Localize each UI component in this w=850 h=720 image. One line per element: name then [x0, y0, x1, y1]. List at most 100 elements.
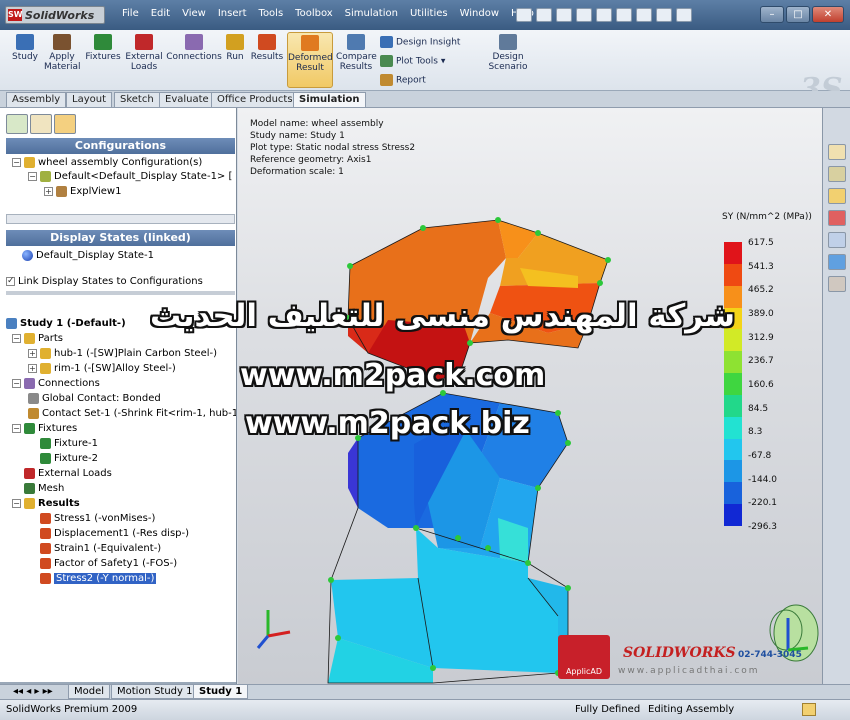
menu-utilities[interactable]: Utilities: [404, 8, 454, 19]
tab-office-products[interactable]: Office Products: [211, 92, 299, 107]
plot-tools-button[interactable]: Plot Tools ▾: [380, 55, 445, 67]
part-hub[interactable]: + hub-1 (-[SW]Plain Carbon Steel-): [28, 346, 217, 360]
tab-sketch[interactable]: Sketch: [114, 92, 160, 107]
menu-view[interactable]: View: [176, 8, 212, 19]
undo-icon[interactable]: [596, 8, 612, 22]
parts-folder[interactable]: − Parts: [12, 331, 63, 345]
nav-arrows-icon[interactable]: ◂◂ ◂ ▸ ▸▸: [8, 685, 58, 699]
rebuild-icon[interactable]: [636, 8, 652, 22]
menu-file[interactable]: File: [116, 8, 145, 19]
home-icon[interactable]: [827, 144, 846, 160]
property-manager-tab-icon[interactable]: [30, 114, 52, 134]
result-stress2[interactable]: Stress2 (-Y normal-): [40, 571, 157, 585]
connections-folder[interactable]: − Connections: [12, 376, 100, 390]
results-button[interactable]: Results: [250, 32, 284, 62]
panel-splitter[interactable]: [6, 291, 235, 295]
graphics-area[interactable]: Model name: wheel assembly Study name: S…: [238, 108, 822, 684]
global-contact-item[interactable]: Global Contact: Bonded: [28, 391, 161, 405]
deformed-result-button[interactable]: Deformed Result: [287, 32, 333, 88]
fixture-1-item[interactable]: Fixture-1: [40, 436, 98, 450]
menu-window[interactable]: Window: [454, 8, 505, 19]
external-loads-folder[interactable]: External Loads: [24, 466, 112, 480]
menu-simulation[interactable]: Simulation: [339, 8, 404, 19]
arabic-watermark: شركة المهندس منسى للتغليف الحديث: [150, 298, 736, 334]
display-state-item[interactable]: Default_Display State-1: [22, 248, 154, 262]
result-stress1[interactable]: Stress1 (-vonMises-): [40, 511, 155, 525]
config-default[interactable]: −Default<Default_Display State-1> [ whee: [28, 169, 236, 183]
tab-layout[interactable]: Layout: [66, 92, 112, 107]
custom-properties-icon[interactable]: [827, 276, 846, 292]
menu-insert[interactable]: Insert: [212, 8, 253, 19]
result-displacement1[interactable]: Displacement1 (-Res disp-): [40, 526, 189, 540]
file-properties-icon[interactable]: [656, 8, 672, 22]
config-explview[interactable]: + ExplView1: [44, 184, 121, 198]
tab-simulation[interactable]: Simulation: [293, 92, 366, 107]
feature-manager-tab-icon[interactable]: [6, 114, 28, 134]
tab-model[interactable]: Model: [68, 685, 111, 699]
tab-motion-study[interactable]: Motion Study 1: [111, 685, 199, 699]
result-strain1[interactable]: Strain1 (-Equivalent-): [40, 541, 161, 555]
configuration-manager-tab-icon[interactable]: [54, 114, 76, 134]
result-fos1[interactable]: Factor of Safety1 (-FOS-): [40, 556, 177, 570]
view-palette-icon[interactable]: [827, 232, 846, 248]
quick-tips-icon[interactable]: [802, 703, 816, 716]
study-button[interactable]: Study: [8, 32, 42, 62]
print-icon[interactable]: [576, 8, 592, 22]
connections-button[interactable]: Connections: [166, 32, 222, 62]
search-icon[interactable]: [827, 210, 846, 226]
link-display-states-checkbox[interactable]: ✓ Link Display Stat​es to Configurations: [6, 274, 203, 288]
new-icon[interactable]: [516, 8, 532, 22]
design-library-icon[interactable]: [827, 166, 846, 182]
legend-value: 617.5: [748, 238, 774, 248]
contact-set-item[interactable]: Contact Set-1 (-Shrink Fit<rim-1, hub-1>: [28, 406, 236, 420]
fixtures-button[interactable]: Fixtures: [84, 32, 122, 62]
title-bar: SW SolidWorks File Edit View Insert Tool…: [0, 0, 850, 30]
legend-value: -144.0: [748, 474, 778, 485]
menu-toolbox[interactable]: Toolbox: [289, 8, 339, 19]
select-icon[interactable]: [616, 8, 632, 22]
design-scenario-button[interactable]: Design Scenario: [486, 32, 530, 72]
config-scrollbar[interactable]: [6, 214, 235, 224]
design-insight-button[interactable]: Design Insight: [380, 36, 460, 48]
menu-tools[interactable]: Tools: [253, 8, 290, 19]
legend-swatch: [724, 242, 742, 265]
design-scenario-icon: [499, 34, 517, 50]
legend-value: 236.7: [748, 356, 774, 367]
report-button[interactable]: Report: [380, 74, 426, 86]
open-icon[interactable]: [536, 8, 552, 22]
apply-material-button[interactable]: Apply Material: [44, 32, 81, 72]
legend-value: 160.6: [748, 380, 774, 390]
legend-swatch: [724, 351, 742, 374]
results-folder[interactable]: − Results: [12, 496, 80, 510]
options-icon[interactable]: [676, 8, 692, 22]
fixture-2-item[interactable]: Fixture-2: [40, 451, 98, 465]
tab-evaluate[interactable]: Evaluate: [159, 92, 215, 107]
exploded-view-icon: [56, 185, 67, 197]
config-root[interactable]: − wheel assembly Configuration(s): [12, 155, 202, 169]
save-icon[interactable]: [556, 8, 572, 22]
menu-edit[interactable]: Edit: [145, 8, 176, 19]
close-button[interactable]: ✕: [812, 6, 844, 23]
command-manager: Study Apply Material Fixtures External L…: [0, 30, 850, 107]
feature-manager-panel: Configurations − wheel assembly Configura…: [0, 108, 237, 684]
maximize-button[interactable]: □: [786, 6, 810, 23]
run-button[interactable]: Run: [222, 32, 248, 62]
mesh-item[interactable]: Mesh: [24, 481, 64, 495]
appearances-icon[interactable]: [827, 254, 846, 270]
study-item[interactable]: Study 1 (-Default-): [6, 316, 126, 330]
tab-study-1[interactable]: Study 1: [193, 685, 249, 699]
file-explorer-icon[interactable]: [827, 188, 846, 204]
applicad-website: www.applicadthai.com: [618, 666, 760, 676]
fixtures-folder[interactable]: − Fixtures: [12, 421, 77, 435]
task-pane: [822, 108, 850, 684]
tab-assembly[interactable]: Assembly: [6, 92, 67, 107]
part-rim[interactable]: + rim-1 (-[SW]Alloy Steel-): [28, 361, 176, 375]
sw-logo-icon: SW: [8, 9, 23, 21]
external-loads-button[interactable]: External Loads: [124, 32, 164, 72]
app-logo[interactable]: SW SolidWorks: [5, 6, 105, 24]
plot-tools-icon: [380, 55, 393, 67]
fixture-icon: [40, 437, 51, 449]
legend-title: SY (N/mm^2 (MPa)): [722, 212, 812, 222]
compare-results-button[interactable]: Compare Results: [336, 32, 377, 72]
minimize-button[interactable]: –: [760, 6, 784, 23]
